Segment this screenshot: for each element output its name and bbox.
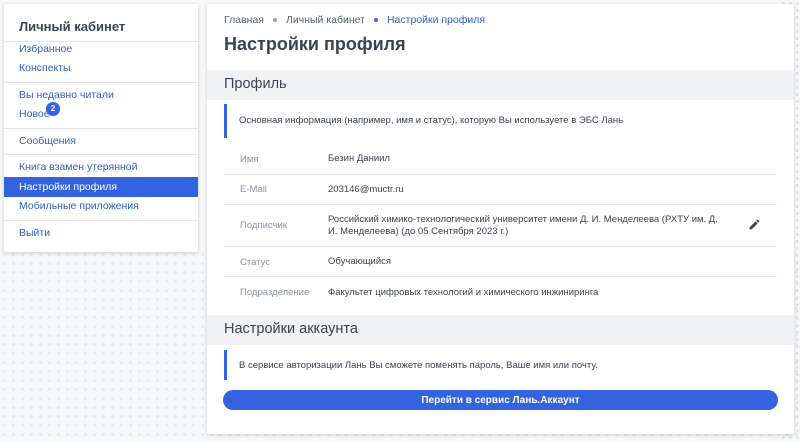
sidebar: Личный кабинет Избранное Конспекты Вы не… [4, 4, 198, 252]
divider [4, 220, 198, 221]
row-label: Имя [240, 154, 259, 165]
row-value: 203146@muctr.ru [328, 184, 404, 195]
info-text: В сервисе авторизации Лань Вы сможете по… [239, 360, 598, 371]
breadcrumb-separator [272, 18, 277, 22]
sidebar-item-new[interactable]: Новое [19, 108, 50, 120]
divider [4, 154, 198, 155]
sidebar-item-mobile-apps[interactable]: Мобильные приложения [19, 200, 139, 212]
page-title: Настройки профиля [224, 34, 406, 54]
sidebar-item-label: Настройки профиля [19, 181, 118, 193]
section-title: Профиль [224, 76, 287, 92]
profile-info-box: Основная информация (например, имя и ста… [224, 104, 777, 138]
divider [4, 128, 198, 129]
sidebar-item-messages[interactable]: Сообщения [19, 135, 76, 147]
main-content: Главная Личный кабинет Настройки профиля… [207, 4, 794, 434]
row-value: Факультет цифровых технологий и химическ… [328, 287, 599, 298]
row-value: Российский химико-технологический универ… [328, 214, 718, 237]
sidebar-item-recent[interactable]: Вы недавно читали [19, 89, 114, 101]
row-label: E-Mail [240, 184, 267, 195]
profile-row-name: Имя Безин Даниил [224, 144, 777, 175]
breadcrumb-current: Настройки профиля [386, 14, 486, 26]
section-title: Настройки аккаунта [224, 321, 358, 337]
profile-row-department: Подразделение Факультет цифровых техноло… [224, 277, 777, 309]
divider [4, 82, 198, 83]
profile-row-email: E-Mail 203146@muctr.ru [224, 175, 777, 205]
profile-row-subscriber: Подписчик Российский химико-технологичес… [224, 205, 777, 247]
row-label: Подписчик [240, 220, 287, 231]
breadcrumb-account[interactable]: Личный кабинет [286, 14, 365, 26]
new-count-badge: 2 [46, 102, 60, 116]
sidebar-item-favorites[interactable]: Избранное [19, 43, 72, 55]
profile-section-header: Профиль [207, 70, 794, 100]
account-section-header: Настройки аккаунта [207, 315, 794, 345]
row-label: Статус [240, 257, 271, 268]
breadcrumb-home[interactable]: Главная [224, 14, 264, 26]
row-value: Обучающийся [328, 256, 392, 267]
sidebar-title: Личный кабинет [19, 19, 126, 34]
divider [4, 41, 198, 42]
row-value: Безин Даниил [328, 153, 390, 164]
info-text: Основная информация (например, имя и ста… [239, 115, 624, 126]
row-label: Подразделение [240, 287, 310, 298]
breadcrumb: Главная Личный кабинет Настройки профиля [224, 14, 485, 26]
pencil-icon[interactable] [748, 218, 761, 231]
profile-row-status: Статус Обучающийся [224, 247, 777, 277]
breadcrumb-separator [373, 18, 378, 22]
sidebar-item-logout[interactable]: Выйти [19, 227, 50, 239]
go-to-account-service-button[interactable]: Перейти в сервис Лань.Аккаунт [223, 390, 778, 410]
sidebar-item-lost-book[interactable]: Книга взамен утерянной [19, 161, 138, 173]
sidebar-item-profile-settings[interactable]: Настройки профиля [4, 177, 198, 197]
sidebar-item-notes[interactable]: Конспекты [19, 62, 71, 74]
account-info-box: В сервисе авторизации Лань Вы сможете по… [224, 350, 777, 380]
